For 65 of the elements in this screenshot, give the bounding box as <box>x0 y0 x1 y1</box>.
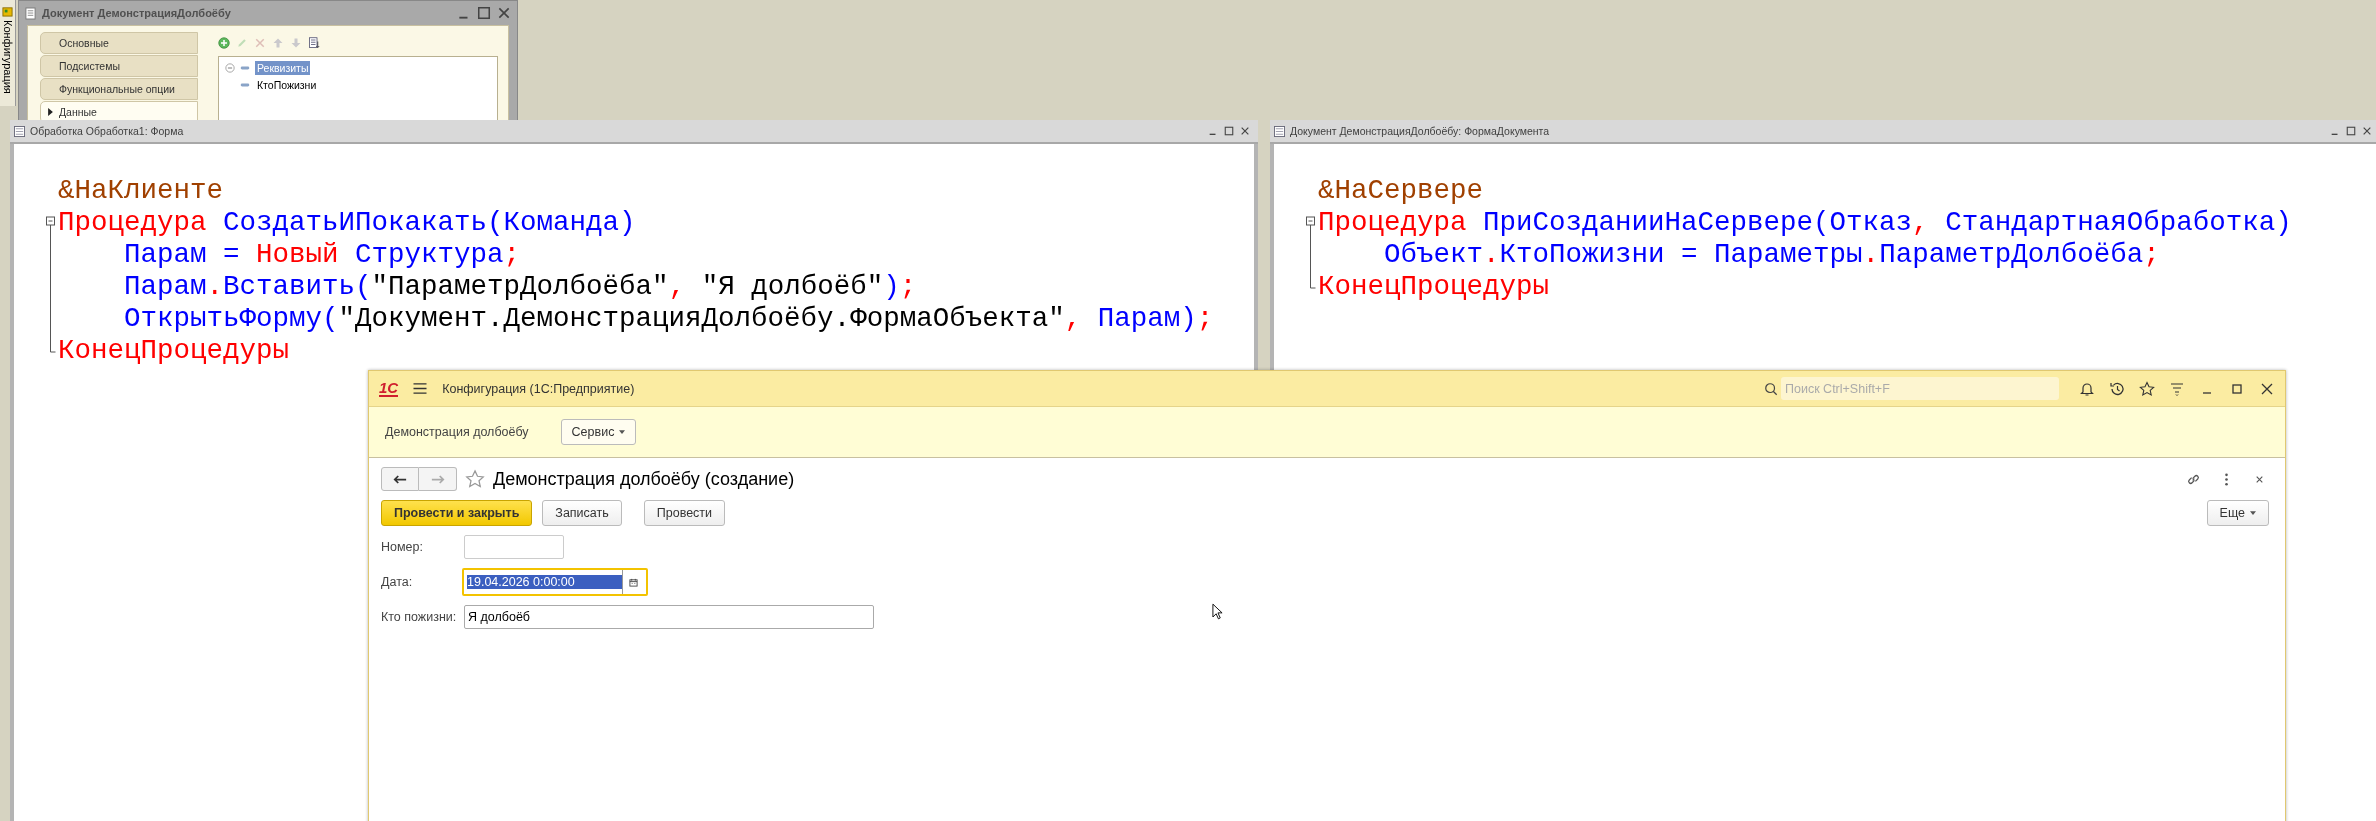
date-field[interactable]: 19.04.2026 0:00:00 <box>462 568 648 596</box>
star-icon[interactable] <box>465 469 485 489</box>
form-title: Демонстрация долбоёбу (создание) <box>493 468 796 490</box>
tab[interactable]: Данные <box>40 101 198 123</box>
history-icon[interactable] <box>2109 380 2125 397</box>
tab[interactable]: Подсистемы <box>40 55 198 77</box>
bell-icon[interactable] <box>2079 380 2095 397</box>
star-icon[interactable] <box>2139 380 2155 397</box>
field-label: Дата: <box>381 575 414 589</box>
code-line: КонецПроцедуры <box>1318 270 1550 302</box>
form-button[interactable]: Провести и закрыть <box>381 500 533 526</box>
back-arrow-icon <box>393 474 407 484</box>
maximize-icon[interactable] <box>477 6 491 20</box>
service-menu-button[interactable]: Сервис <box>560 419 637 445</box>
maximize-icon[interactable] <box>1224 126 1234 136</box>
search-field[interactable]: Поиск Ctrl+Shift+F <box>1781 377 2059 400</box>
code-line: Объект.КтоПожизни = Параметры.ПараметрДолбоёба; <box>1383 238 2160 270</box>
window-title: Документ ДемонстрацияДолбоёбу: ФормаДокумента <box>1290 125 1551 137</box>
code-line: &НаКлиенте <box>58 174 224 206</box>
tab[interactable]: Основные <box>40 32 198 54</box>
configuration-icon <box>2 6 13 17</box>
form-button[interactable]: Записать <box>542 500 622 526</box>
form-icon <box>14 125 25 137</box>
side-panel-tab[interactable]: Конфигурация <box>1 20 14 94</box>
input-field[interactable]: Я долбоёб <box>464 605 874 629</box>
document-icon <box>25 6 36 20</box>
section-title: Демонстрация долбоёбу <box>385 425 529 439</box>
window-title: Обработка Обработка1: Форма <box>30 125 185 137</box>
caret-icon <box>619 430 626 434</box>
app-title: Конфигурация (1С:Предприятие) <box>442 381 636 396</box>
forward-arrow-icon <box>430 474 445 484</box>
menu-icon[interactable] <box>412 382 429 395</box>
code-line: КонецПроцедуры <box>58 334 290 366</box>
form-icon <box>1274 125 1285 137</box>
search-icon <box>1764 381 1778 396</box>
maximize-icon[interactable] <box>2346 126 2356 136</box>
add-icon[interactable] <box>218 37 230 49</box>
field-label: Кто пожизни: <box>381 610 458 624</box>
field-label: Номер: <box>381 540 424 554</box>
list-icon[interactable] <box>308 37 320 49</box>
fold-end-icon <box>1310 270 1316 289</box>
tab[interactable]: Функциональные опции <box>40 78 198 100</box>
form-button[interactable]: Провести <box>643 500 726 526</box>
logo: 1С <box>379 380 399 397</box>
code-line: Парам = Новый Структура; <box>123 238 521 270</box>
code-line: Процедура СоздатьИПокакать(Команда) <box>58 206 636 238</box>
window-title: Документ ДемонстрацияДолбоёбу <box>42 7 232 19</box>
field-value: 19.04.2026 0:00:00 <box>467 575 622 589</box>
code-line: Процедура ПриСозданииНаСервере(Отказ, СтандартнаяОбработка) <box>1318 206 2292 238</box>
back-button[interactable] <box>381 467 419 491</box>
input-field[interactable] <box>464 535 564 559</box>
code-line: ОткрытьФорму("Документ.ДемонстрацияДолбоёбу.ФормаОбъекта", Парам); <box>123 302 1214 334</box>
code-line: &НаСервере <box>1318 174 1484 206</box>
code-line: Парам.Вставить("ПараметрДолбоёба", "Я долбоёб"); <box>123 270 917 302</box>
arrow-icon <box>48 108 53 116</box>
fold-end-icon <box>50 334 56 353</box>
close-icon[interactable] <box>1240 126 1250 136</box>
field-value: Я долбоёб <box>468 610 530 624</box>
mouse-cursor-icon <box>1212 603 1223 620</box>
more-button[interactable]: Еще <box>2206 500 2269 526</box>
calendar-icon[interactable] <box>628 577 638 587</box>
caret-icon <box>2250 511 2256 515</box>
filter-menu-icon[interactable] <box>2169 380 2185 397</box>
close-icon[interactable] <box>2362 126 2372 136</box>
tree-item[interactable]: КтоПожизни <box>255 77 319 92</box>
